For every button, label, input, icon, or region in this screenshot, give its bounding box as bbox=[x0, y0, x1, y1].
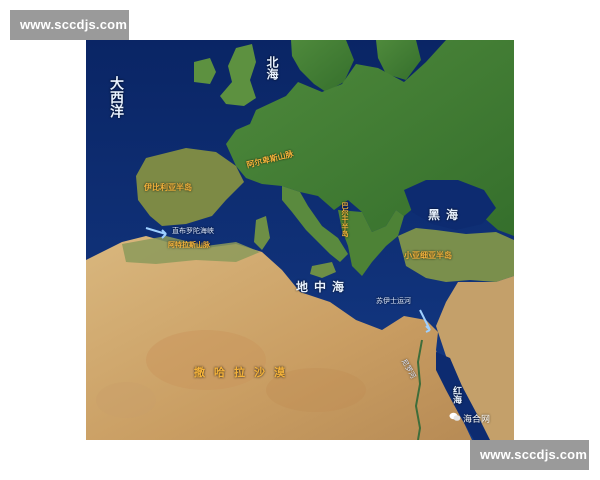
map-credit: 海合网 bbox=[449, 412, 490, 425]
label-balkan: 巴尔干半岛 bbox=[341, 202, 349, 237]
watermark-top: www.sccdjs.com bbox=[10, 10, 129, 40]
label-iberia: 伊比利亚半岛 bbox=[144, 183, 192, 192]
label-gibraltar: 直布罗陀海峡 bbox=[172, 227, 214, 235]
label-atlas: 阿特拉斯山脉 bbox=[168, 241, 210, 249]
desert-patch bbox=[146, 330, 266, 390]
label-suez: 苏伊士运河 bbox=[376, 297, 411, 305]
wechat-icon bbox=[449, 412, 461, 424]
label-sahara: 撒哈拉沙漠 bbox=[194, 366, 294, 379]
label-asia-minor: 小亚细亚半岛 bbox=[404, 251, 452, 260]
label-north-sea: 北海 bbox=[265, 56, 279, 80]
desert-patch bbox=[96, 382, 156, 418]
map-graphic bbox=[86, 40, 514, 440]
label-red-sea: 红海 bbox=[451, 386, 461, 404]
label-mediterranean: 地中海 bbox=[296, 280, 351, 294]
label-black-sea: 黑海 bbox=[428, 208, 465, 222]
credit-text: 海合网 bbox=[463, 415, 491, 425]
satellite-map: 大西洋 北海 黑海 地中海 红海 阿尔卑斯山脉 伊比利亚半岛 巴尔干半岛 小亚细… bbox=[86, 40, 514, 440]
watermark-bottom: www.sccdjs.com bbox=[470, 440, 589, 470]
label-atlantic: 大西洋 bbox=[108, 76, 124, 118]
